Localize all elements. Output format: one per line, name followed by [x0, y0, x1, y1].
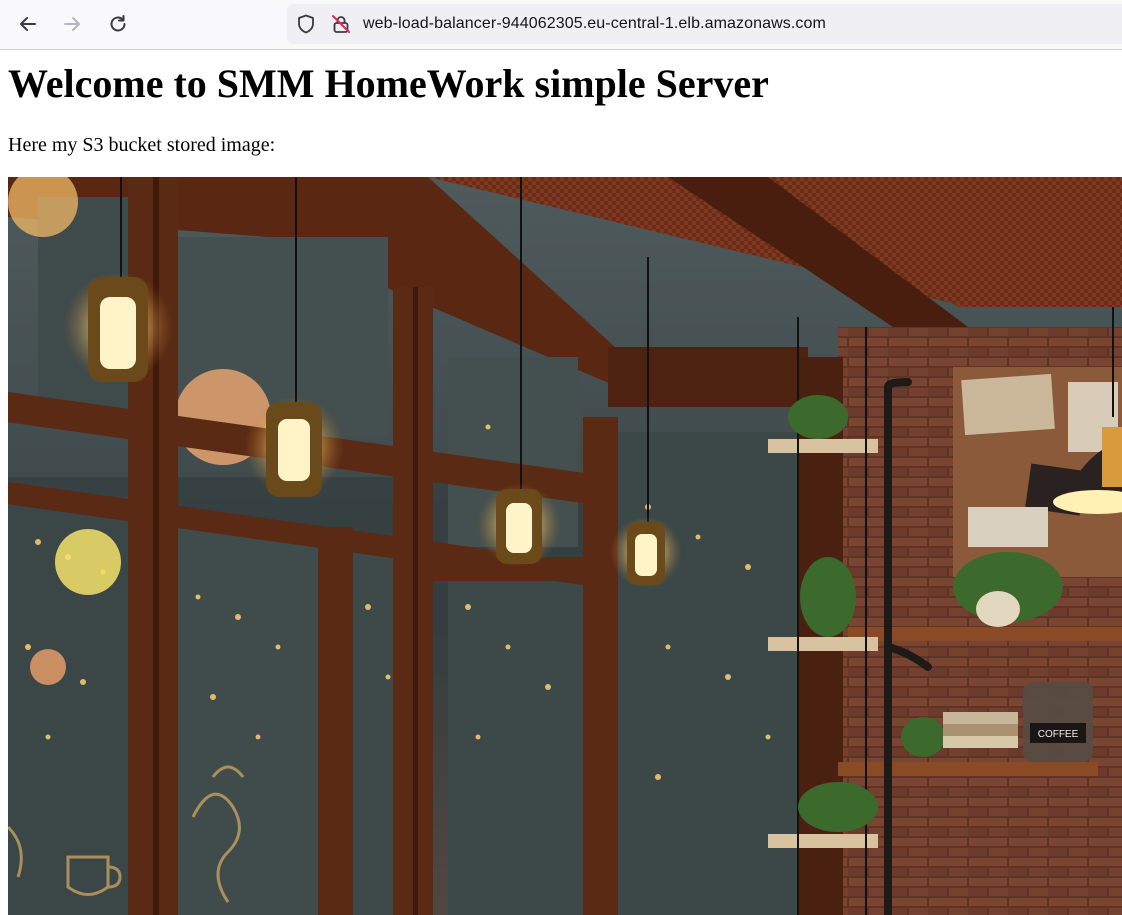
page-content: Welcome to SMM HomeWork simple Server He…: [0, 50, 1122, 915]
reload-icon: [107, 13, 129, 35]
url-text[interactable]: web-load-balancer-944062305.eu-central-1…: [363, 15, 826, 33]
tracking-shield-icon[interactable]: [296, 14, 316, 39]
forward-button[interactable]: [57, 7, 87, 41]
address-bar[interactable]: web-load-balancer-944062305.eu-central-1…: [287, 4, 1122, 44]
reload-button[interactable]: [103, 7, 133, 41]
back-button[interactable]: [13, 7, 43, 41]
insecure-lock-icon[interactable]: [331, 14, 351, 39]
s3-bucket-image: COFFEE: [8, 177, 1122, 915]
intro-text: Here my S3 bucket stored image:: [8, 134, 276, 156]
coffee-jar-label: COFFEE: [1038, 729, 1079, 740]
browser-toolbar: web-load-balancer-944062305.eu-central-1…: [0, 0, 1122, 50]
back-arrow-icon: [17, 13, 39, 35]
page-title: Welcome to SMM HomeWork simple Server: [8, 61, 769, 106]
forward-arrow-icon: [61, 13, 83, 35]
